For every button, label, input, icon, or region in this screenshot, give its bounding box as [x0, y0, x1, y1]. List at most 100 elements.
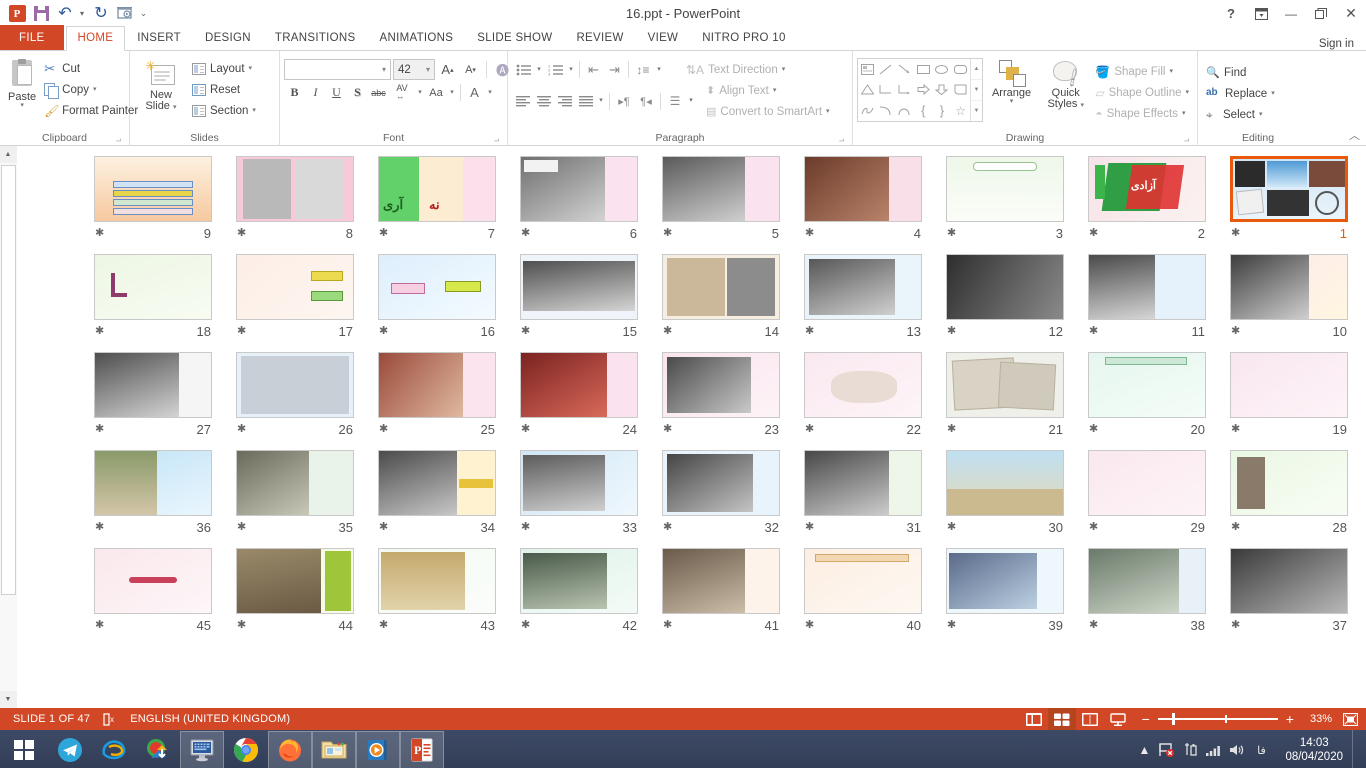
animation-star-icon[interactable]: ✱ — [663, 620, 672, 631]
numbering-button[interactable]: 123 — [544, 59, 566, 80]
slide-thumbnail-9[interactable]: 9✱ — [94, 156, 212, 242]
animation-star-icon[interactable]: ✱ — [947, 620, 956, 631]
animation-star-icon[interactable]: ✱ — [947, 326, 956, 337]
slide-preview-35[interactable] — [236, 450, 354, 516]
slide-preview-5[interactable] — [662, 156, 780, 222]
shape-oval[interactable] — [933, 59, 952, 80]
decrease-font-size-button[interactable]: A▾ — [460, 59, 481, 80]
animation-star-icon[interactable]: ✱ — [1231, 228, 1240, 239]
slide-thumbnail-25[interactable]: 25✱ — [378, 352, 496, 438]
undo-dropdown-icon[interactable]: ▾ — [78, 3, 88, 25]
align-left-button[interactable] — [512, 91, 533, 112]
slide-preview-43[interactable] — [378, 548, 496, 614]
paste-button[interactable]: Paste ▾ — [4, 54, 40, 111]
font-name-dropdown-icon[interactable]: ▾ — [380, 65, 388, 74]
italic-button[interactable]: I — [305, 82, 326, 103]
normal-view-button[interactable] — [1020, 708, 1048, 730]
slide-preview-40[interactable] — [804, 548, 922, 614]
powerpoint-icon[interactable]: P — [400, 731, 444, 768]
animation-star-icon[interactable]: ✱ — [521, 326, 530, 337]
copy-button[interactable]: Copy ▾ — [40, 79, 142, 100]
shape-folded-corner[interactable] — [951, 80, 970, 101]
undo-icon[interactable]: ↶ — [54, 3, 76, 25]
animation-star-icon[interactable]: ✱ — [379, 424, 388, 435]
animation-star-icon[interactable]: ✱ — [663, 326, 672, 337]
slide-preview-26[interactable] — [236, 352, 354, 418]
shapes-scroll-down-icon[interactable]: ▼ — [971, 80, 982, 101]
slide-preview-2[interactable]: آزادی — [1088, 156, 1206, 222]
tab-slide-show[interactable]: SLIDE SHOW — [465, 26, 564, 50]
animation-star-icon[interactable]: ✱ — [521, 522, 530, 533]
start-button[interactable] — [0, 730, 48, 768]
slide-thumbnail-3[interactable]: 3✱ — [946, 156, 1064, 242]
vertical-scrollbar[interactable]: ▲ ▼ — [0, 146, 17, 708]
drawing-dialog-launcher[interactable] — [1182, 136, 1191, 145]
scroll-up-button[interactable]: ▲ — [0, 146, 17, 163]
slide-preview-11[interactable] — [1088, 254, 1206, 320]
animation-star-icon[interactable]: ✱ — [1089, 228, 1098, 239]
select-button[interactable]: ⌖ Select▾ — [1202, 104, 1279, 125]
animation-star-icon[interactable]: ✱ — [663, 424, 672, 435]
slide-preview-30[interactable] — [946, 450, 1064, 516]
clipboard-dialog-launcher[interactable] — [114, 136, 123, 145]
replace-button[interactable]: ab Replace▾ — [1202, 83, 1279, 104]
animation-star-icon[interactable]: ✱ — [1231, 424, 1240, 435]
arrange-button[interactable]: Arrange ▾ — [983, 58, 1040, 107]
animation-star-icon[interactable]: ✱ — [379, 326, 388, 337]
slide-counter[interactable]: SLIDE 1 OF 47 — [4, 708, 99, 730]
slide-thumbnail-23[interactable]: 23✱ — [662, 352, 780, 438]
shape-left-brace[interactable]: { — [914, 100, 933, 121]
slide-preview-10[interactable] — [1230, 254, 1348, 320]
slide-preview-6[interactable] — [520, 156, 638, 222]
animation-star-icon[interactable]: ✱ — [663, 228, 672, 239]
slide-thumbnail-35[interactable]: 35✱ — [236, 450, 354, 536]
slide-preview-28[interactable] — [1230, 450, 1348, 516]
animation-star-icon[interactable]: ✱ — [947, 424, 956, 435]
slide-preview-24[interactable] — [520, 352, 638, 418]
zoom-out-button[interactable]: − — [1140, 712, 1152, 726]
animation-star-icon[interactable]: ✱ — [1089, 620, 1098, 631]
slide-thumbnail-42[interactable]: 42✱ — [520, 548, 638, 634]
slide-thumbnail-12[interactable]: 12✱ — [946, 254, 1064, 340]
slide-thumbnail-44[interactable]: 44✱ — [236, 548, 354, 634]
slide-thumbnail-4[interactable]: 4✱ — [804, 156, 922, 242]
new-slide-button[interactable]: ✳ New Slide ▾ — [134, 54, 188, 114]
slide-preview-12[interactable] — [946, 254, 1064, 320]
slide-preview-41[interactable] — [662, 548, 780, 614]
show-hidden-icons-button[interactable]: ▲ — [1133, 730, 1155, 768]
shapes-gallery-scrollbar[interactable]: ▲ ▼ ▼ — [970, 59, 982, 121]
slide-preview-22[interactable] — [804, 352, 922, 418]
font-size-input[interactable]: 42 ▾ — [393, 59, 435, 80]
zoom-slider-handle[interactable] — [1172, 713, 1175, 725]
animation-star-icon[interactable]: ✱ — [1231, 522, 1240, 533]
bold-button[interactable]: B — [284, 82, 305, 103]
animation-star-icon[interactable]: ✱ — [95, 326, 104, 337]
slide-thumbnail-13[interactable]: 13✱ — [804, 254, 922, 340]
strikethrough-button[interactable]: abc — [368, 82, 389, 103]
tab-design[interactable]: DESIGN — [193, 26, 263, 50]
google-chrome-icon[interactable] — [224, 731, 268, 768]
internet-download-manager-icon[interactable] — [136, 731, 180, 768]
bullets-button[interactable] — [512, 59, 534, 80]
slide-preview-7[interactable]: آری نه — [378, 156, 496, 222]
animation-star-icon[interactable]: ✱ — [237, 620, 246, 631]
text-shadow-button[interactable]: S — [347, 82, 368, 103]
tab-file[interactable]: FILE — [0, 25, 64, 50]
slide-preview-44[interactable] — [236, 548, 354, 614]
slide-preview-29[interactable] — [1088, 450, 1206, 516]
animation-star-icon[interactable]: ✱ — [237, 424, 246, 435]
slide-show-button[interactable] — [1104, 708, 1132, 730]
animation-star-icon[interactable]: ✱ — [521, 228, 530, 239]
onscreen-keyboard-icon[interactable] — [180, 731, 224, 768]
sign-in-link[interactable]: Sign in — [1319, 38, 1366, 50]
slide-preview-42[interactable] — [520, 548, 638, 614]
tab-review[interactable]: REVIEW — [564, 26, 635, 50]
copy-dropdown-icon[interactable]: ▾ — [93, 87, 97, 93]
slide-preview-31[interactable] — [804, 450, 922, 516]
spellcheck-icon[interactable]: x — [99, 708, 121, 730]
animation-star-icon[interactable]: ✱ — [1089, 424, 1098, 435]
slide-thumbnail-30[interactable]: 30✱ — [946, 450, 1064, 536]
slide-preview-1[interactable] — [1230, 156, 1348, 222]
justify-dropdown-icon[interactable]: ▾ — [596, 91, 606, 112]
align-text-button[interactable]: ⬍ Align Text▾ — [702, 80, 834, 101]
